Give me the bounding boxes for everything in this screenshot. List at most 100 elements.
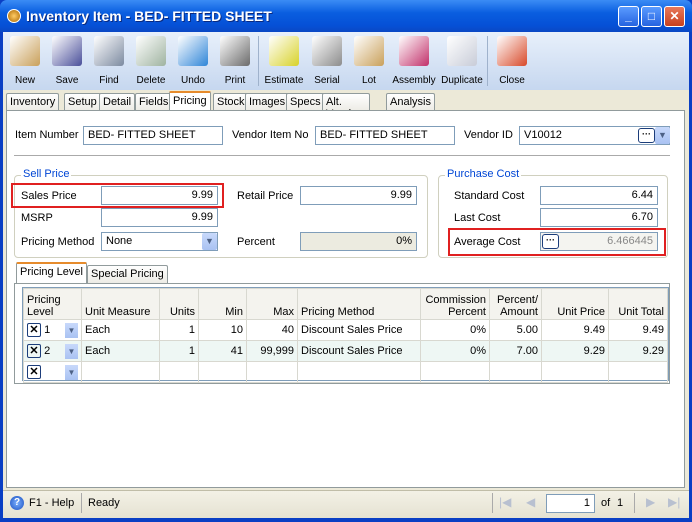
table-cell[interactable]: 5.00 xyxy=(489,319,542,341)
table-cell[interactable] xyxy=(81,361,160,383)
toolbar-new-button[interactable]: New xyxy=(3,36,47,88)
toolbar-find-button[interactable]: Find xyxy=(87,36,131,88)
table-row[interactable]: ✕ 2 ▼ Each 1 41 99,999 Discount Sales Price 0% 7… xyxy=(23,340,668,362)
column-header[interactable]: Unit Price xyxy=(541,288,609,320)
table-cell[interactable]: ✕ 1 ▼ xyxy=(23,319,82,341)
tab-alt-vendors[interactable]: Alt. Vendors xyxy=(322,93,371,120)
toolbar-estimate-button[interactable]: Estimate xyxy=(262,36,306,88)
column-header[interactable]: Percent/ Amount xyxy=(489,288,542,320)
table-row[interactable]: ✕ 1 ▼ Each 1 10 40 Discount Sales Price 0% 5.00 9… xyxy=(23,319,668,341)
table-cell[interactable]: 9.49 xyxy=(608,319,668,341)
table-cell[interactable] xyxy=(420,361,490,383)
table-cell[interactable]: Discount Sales Price xyxy=(297,319,421,341)
barcode-icon xyxy=(312,36,342,66)
table-cell[interactable]: ✕ ▼ xyxy=(23,361,82,383)
toolbar-delete-button[interactable]: Delete xyxy=(129,36,173,88)
pricing-method-select[interactable]: None xyxy=(101,232,218,251)
tab-detail[interactable]: Detail xyxy=(99,93,136,111)
last-cost-label: Last Cost xyxy=(454,212,501,224)
column-header[interactable]: Units xyxy=(159,288,199,320)
chevron-down-icon[interactable]: ▼ xyxy=(202,233,217,250)
tab-pricing[interactable]: Pricing xyxy=(169,91,211,111)
tab-analysis[interactable]: Analysis xyxy=(386,93,435,111)
toolbar-separator xyxy=(258,36,259,86)
maximize-button[interactable]: □ xyxy=(641,6,662,27)
table-cell[interactable]: 99,999 xyxy=(246,340,298,362)
table-cell[interactable]: 7.00 xyxy=(489,340,542,362)
chevron-down-icon[interactable]: ▼ xyxy=(65,343,78,359)
table-cell[interactable]: 9.29 xyxy=(541,340,609,362)
item-number-field[interactable]: BED- FITTED SHEET xyxy=(83,126,223,145)
delete-row-icon[interactable]: ✕ xyxy=(27,343,41,358)
chevron-down-icon[interactable]: ▼ xyxy=(65,364,78,380)
help-label[interactable]: F1 - Help xyxy=(29,497,74,509)
toolbar-button-label: Serial xyxy=(314,75,340,86)
column-header[interactable]: Pricing Method xyxy=(297,288,421,320)
toolbar-assembly-button[interactable]: Assembly xyxy=(392,36,436,88)
table-cell[interactable] xyxy=(297,361,421,383)
next-page-icon[interactable]: ▶ xyxy=(646,495,655,509)
standard-cost-field[interactable]: 6.44 xyxy=(540,186,658,205)
toolbar-duplicate-button[interactable]: Duplicate xyxy=(440,36,484,88)
sales-price-field[interactable]: 9.99 xyxy=(101,186,218,205)
toolbar-close-button[interactable]: Close xyxy=(490,36,534,88)
toolbar-print-button[interactable]: Print xyxy=(213,36,257,88)
table-cell[interactable]: ✕ 2 ▼ xyxy=(23,340,82,362)
page-number-field[interactable]: 1 xyxy=(546,494,595,513)
table-cell[interactable] xyxy=(246,361,298,383)
subtab-special-pricing[interactable]: Special Pricing xyxy=(87,265,168,283)
minimize-button[interactable]: _ xyxy=(618,6,639,27)
toolbar-serial-button[interactable]: Serial xyxy=(305,36,349,88)
table-cell[interactable]: 9.49 xyxy=(541,319,609,341)
msrp-field[interactable]: 9.99 xyxy=(101,208,218,227)
table-cell[interactable] xyxy=(159,361,199,383)
column-header[interactable]: Unit Total xyxy=(608,288,668,320)
table-cell[interactable]: 40 xyxy=(246,319,298,341)
sales-price-label: Sales Price xyxy=(21,190,77,202)
vendor-lookup-button[interactable]: ··· xyxy=(638,128,655,143)
column-header[interactable]: Pricing Level xyxy=(23,288,82,320)
app-icon xyxy=(7,9,21,23)
vendor-item-no-field[interactable]: BED- FITTED SHEET xyxy=(315,126,455,145)
tab-fields[interactable]: Fields xyxy=(135,93,173,111)
table-cell[interactable]: 1 xyxy=(159,319,199,341)
toolbar-lot-button[interactable]: Lot xyxy=(347,36,391,88)
first-page-icon[interactable]: |◀ xyxy=(499,495,511,509)
table-cell[interactable] xyxy=(541,361,609,383)
tab-setup[interactable]: Setup xyxy=(64,93,101,111)
column-header[interactable]: Min xyxy=(198,288,247,320)
tab-stock[interactable]: Stock xyxy=(213,93,249,111)
delete-row-icon[interactable]: ✕ xyxy=(27,322,41,337)
table-cell[interactable]: Each xyxy=(81,319,160,341)
table-cell[interactable] xyxy=(198,361,247,383)
table-row[interactable]: ✕ ▼ xyxy=(23,361,668,383)
vendor-id-dropdown[interactable]: ▼ xyxy=(655,127,670,144)
table-cell[interactable]: 1 xyxy=(159,340,199,362)
delete-row-icon[interactable]: ✕ xyxy=(27,364,41,379)
column-header[interactable]: Unit Measure xyxy=(81,288,160,320)
average-cost-detail-button[interactable]: ··· xyxy=(542,234,559,249)
tab-inventory[interactable]: Inventory xyxy=(6,93,60,111)
toolbar-undo-button[interactable]: Undo xyxy=(171,36,215,88)
subtab-pricing-level[interactable]: Pricing Level xyxy=(16,262,87,283)
table-cell[interactable]: 41 xyxy=(198,340,247,362)
tab-specs[interactable]: Specs xyxy=(286,93,325,111)
table-cell[interactable] xyxy=(608,361,668,383)
toolbar-save-button[interactable]: Save xyxy=(45,36,89,88)
table-cell[interactable] xyxy=(489,361,542,383)
chevron-down-icon[interactable]: ▼ xyxy=(65,322,78,338)
last-cost-field[interactable]: 6.70 xyxy=(540,208,658,227)
retail-price-field[interactable]: 9.99 xyxy=(300,186,417,205)
column-header[interactable]: Commission Percent xyxy=(420,288,490,320)
table-cell[interactable]: 9.29 xyxy=(608,340,668,362)
tab-images[interactable]: Images xyxy=(245,93,290,111)
column-header[interactable]: Max xyxy=(246,288,298,320)
close-window-button[interactable]: ✕ xyxy=(664,6,685,27)
table-cell[interactable]: Each xyxy=(81,340,160,362)
previous-page-icon[interactable]: ◀ xyxy=(526,495,535,509)
table-cell[interactable]: 0% xyxy=(420,340,490,362)
table-cell[interactable]: 0% xyxy=(420,319,490,341)
last-page-icon[interactable]: ▶| xyxy=(668,495,680,509)
table-cell[interactable]: Discount Sales Price xyxy=(297,340,421,362)
table-cell[interactable]: 10 xyxy=(198,319,247,341)
